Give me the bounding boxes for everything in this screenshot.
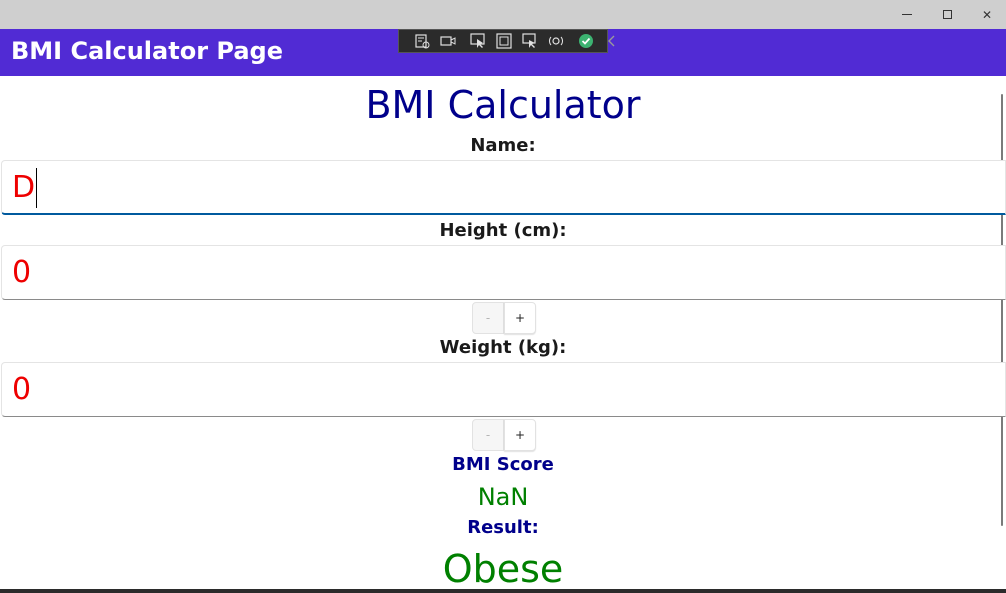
hot-reload-icon[interactable] xyxy=(548,33,564,49)
weight-stepper[interactable]: - + xyxy=(472,419,536,451)
close-icon: ✕ xyxy=(981,7,993,22)
weight-label: Weight (kg): xyxy=(439,337,567,358)
minimize-button[interactable] xyxy=(887,0,927,29)
height-increment-button[interactable]: + xyxy=(504,302,536,334)
weight-entry-value: 0 xyxy=(12,372,32,407)
track-focus-icon[interactable] xyxy=(522,33,538,49)
name-entry-value: D xyxy=(12,168,38,208)
name-label: Name: xyxy=(470,135,536,156)
bmi-form: BMI Calculator Name: D Height (cm): 0 - … xyxy=(0,76,1006,591)
weight-decrement-button[interactable]: - xyxy=(472,419,504,451)
name-entry[interactable]: D xyxy=(1,160,1006,215)
display-layout-adorners-icon[interactable] xyxy=(496,33,512,49)
result-value: Obese xyxy=(442,547,564,591)
collapse-chevron-icon[interactable] xyxy=(604,33,620,49)
result-label: Result: xyxy=(467,517,539,538)
height-stepper[interactable]: - + xyxy=(472,302,536,334)
bmi-score-label: BMI Score xyxy=(452,454,554,475)
bmi-heading: BMI Calculator xyxy=(365,83,641,127)
maximize-icon xyxy=(942,10,952,19)
height-entry-value: 0 xyxy=(12,255,32,290)
live-visual-tree-icon[interactable] xyxy=(414,33,430,49)
height-decrement-button[interactable]: - xyxy=(472,302,504,334)
maximize-button[interactable] xyxy=(927,0,967,29)
record-icon[interactable] xyxy=(440,33,456,49)
binding-check-icon[interactable] xyxy=(578,33,594,49)
select-element-icon[interactable] xyxy=(470,33,486,49)
text-caret xyxy=(36,168,38,208)
height-label: Height (cm): xyxy=(439,220,567,241)
xaml-debug-toolbar xyxy=(398,29,615,53)
weight-entry[interactable]: 0 xyxy=(1,362,1006,417)
app-window: ✕ BMI Calculator Page BMI Calculator Nam… xyxy=(0,0,1006,593)
height-entry[interactable]: 0 xyxy=(1,245,1006,300)
window-bottom-edge xyxy=(0,589,1006,593)
bmi-score-value: NaN xyxy=(477,483,529,511)
window-title-bar[interactable]: ✕ xyxy=(0,0,1006,29)
page-title: BMI Calculator Page xyxy=(11,37,283,65)
minimize-icon xyxy=(902,14,912,15)
close-button[interactable]: ✕ xyxy=(967,0,1006,29)
name-entry-text: D xyxy=(12,170,36,205)
weight-increment-button[interactable]: + xyxy=(504,419,536,451)
